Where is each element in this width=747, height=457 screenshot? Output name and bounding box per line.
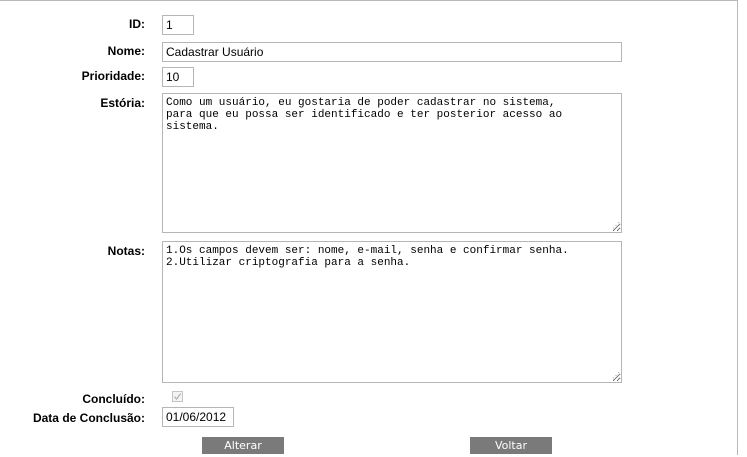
alterar-button[interactable]: Alterar [202,437,284,454]
prioridade-input[interactable] [162,67,194,87]
form-panel: ID: Nome: Prioridade: Estória: Como um u… [0,0,738,455]
resize-grip-icon[interactable]: ⋰ [612,372,620,380]
data-conclusao-input[interactable] [162,407,234,427]
id-input[interactable] [162,15,194,35]
nome-label: Nome: [107,44,145,58]
check-icon [173,393,182,400]
id-label: ID: [129,17,145,31]
prioridade-label: Prioridade: [81,69,145,83]
concluido-checkbox[interactable] [172,391,183,402]
estoria-label: Estória: [100,96,145,110]
data-conclusao-label: Data de Conclusão: [32,411,145,425]
resize-grip-icon[interactable]: ⋰ [612,222,620,230]
voltar-button[interactable]: Voltar [470,437,552,454]
nome-input[interactable] [162,42,622,62]
concluido-label: Concluído: [82,392,145,406]
notas-textarea[interactable]: 1.Os campos devem ser: nome, e-mail, sen… [162,241,622,383]
estoria-textarea[interactable]: Como um usuário, eu gostaria de poder ca… [162,93,622,233]
notas-label: Notas: [107,244,145,258]
